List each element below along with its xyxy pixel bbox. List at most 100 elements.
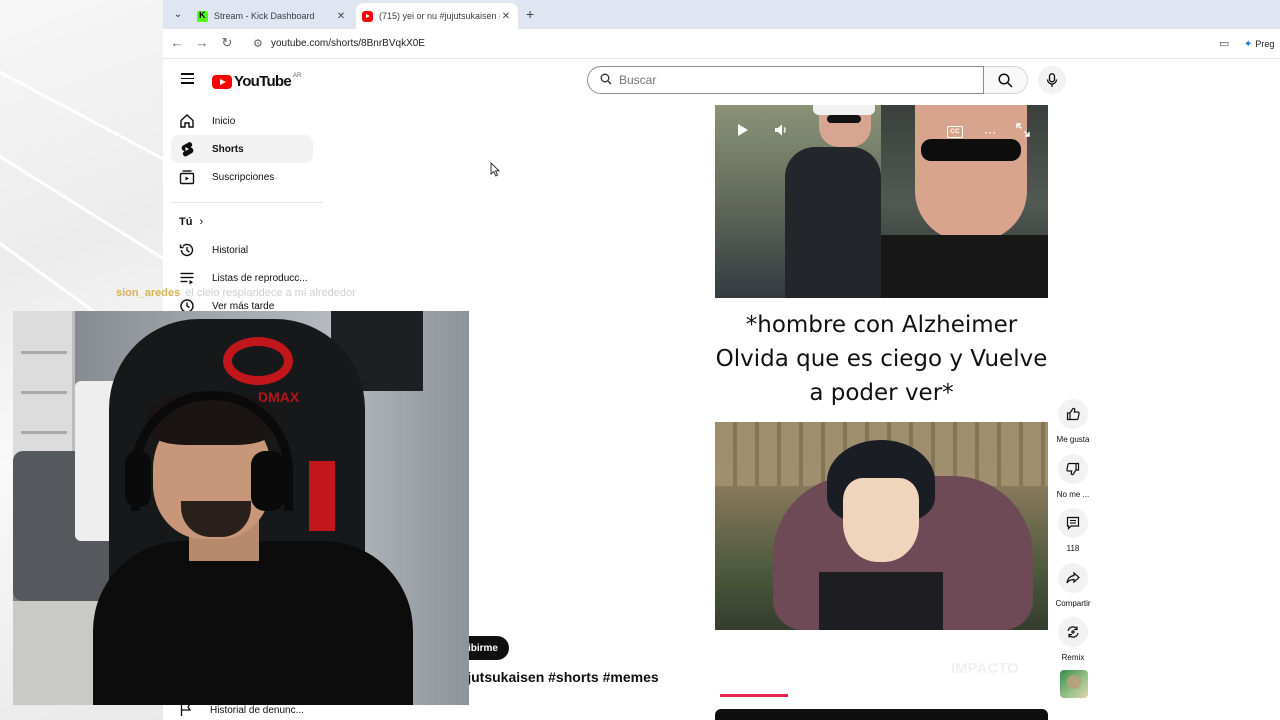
volume-icon[interactable] (771, 123, 791, 143)
tab-close-icon[interactable]: ✕ (335, 11, 347, 22)
youtube-logo[interactable]: YouTube AR (212, 73, 301, 90)
youtube-favicon-icon (362, 10, 373, 22)
sidebar-item-subscriptions[interactable]: Suscripciones (171, 163, 313, 191)
headset-cup-left (125, 451, 151, 507)
address-bar[interactable]: youtube.com/shorts/8BnrBVqkX0E (271, 38, 425, 49)
backdrop-streak (0, 60, 163, 167)
sidebar-item-label: Inicio (212, 115, 236, 127)
mouse-cursor-icon (490, 161, 501, 182)
action-label: Compartir (1055, 599, 1091, 608)
hashtags-text: #jujutsukaisen #shorts #memes (447, 669, 659, 685)
sidebar-item-history[interactable]: Historial (171, 236, 313, 264)
stream-chat-message: sion_aredes el cielo resplandece a mi alr… (116, 287, 356, 299)
menu-hamburger-icon[interactable] (181, 73, 194, 84)
search-box[interactable] (587, 66, 984, 94)
youtube-wordmark: YouTube (234, 73, 292, 90)
action-label: No me ... (1056, 490, 1090, 499)
video-progress-bar[interactable] (720, 694, 788, 697)
youtube-play-logo-icon (212, 74, 232, 89)
tab-title: Stream - Kick Dashboard (214, 11, 315, 21)
captions-icon[interactable]: CC (947, 126, 963, 138)
play-icon[interactable] (733, 123, 753, 143)
search-icon (998, 72, 1013, 88)
sidebar-you-label: Tú (179, 216, 193, 228)
remix-icon (1058, 617, 1088, 647)
comments-button[interactable]: 118 (1052, 508, 1094, 553)
video-figure-sunglasses (921, 139, 1021, 161)
video-figure-cap (813, 105, 875, 115)
sidebar-divider (171, 202, 323, 203)
sound-avatar[interactable] (1060, 670, 1088, 698)
home-icon (179, 113, 195, 129)
action-label: Remix (1061, 653, 1085, 662)
search-icon (600, 73, 612, 88)
like-button[interactable]: Me gusta (1052, 399, 1094, 444)
anime-character-face (843, 478, 919, 562)
anime-character-body (819, 572, 943, 630)
kick-favicon-icon (197, 10, 208, 22)
site-settings-icon[interactable]: ⚙ (253, 37, 263, 50)
playlist-icon (179, 270, 195, 286)
subscriptions-icon (179, 169, 195, 185)
chat-username: sion_aredes (116, 287, 181, 299)
dislike-button[interactable]: No me ... (1052, 454, 1094, 499)
action-label: Me gusta (1056, 435, 1090, 444)
search-input[interactable] (619, 73, 949, 87)
video-caption-text: *hombre con Alzheimer Olvida que es cieg… (715, 312, 1048, 406)
like-icon (1058, 399, 1088, 429)
chair-logo-ring (223, 337, 293, 385)
tab-kick-dashboard[interactable]: Stream - Kick Dashboard ✕ (191, 3, 353, 29)
back-arrow-icon[interactable]: ← (169, 35, 185, 51)
new-tab-plus-icon[interactable]: + (526, 6, 534, 22)
reload-icon[interactable]: ↻ (219, 35, 235, 51)
browser-toolbar: ← → ↻ ⚙ youtube.com/shorts/8BnrBVqkX0E ▭… (163, 29, 1280, 59)
shorts-icon (179, 141, 195, 157)
video-figure-coat (785, 147, 881, 298)
video-figure-shirt (881, 235, 1048, 298)
share-button[interactable]: Compartir (1052, 563, 1094, 608)
short-video-player[interactable]: CC ⋯ *hombre con Alzheimer Olvida que es… (715, 105, 1048, 697)
sidebar-item-home[interactable]: Inicio (171, 107, 313, 135)
dislike-icon (1058, 454, 1088, 484)
sidebar-item-label: Ver más tarde (212, 300, 275, 312)
streamer-webcam: DMAX (13, 311, 469, 705)
more-options-icon[interactable]: ⋯ (980, 123, 1000, 143)
short-title-hashtags[interactable]: #jujutsukaisen #shorts #memes (447, 669, 659, 685)
streamer-shirt (93, 541, 413, 705)
chevron-right-icon: › (199, 216, 204, 228)
video-figure-sunglasses (827, 115, 861, 123)
video-watermark-logo: IMPACTO (951, 660, 1019, 677)
fullscreen-icon[interactable] (1013, 123, 1033, 143)
sidebar-you-header[interactable]: Tú › (179, 216, 203, 228)
sidebar-item-shorts[interactable]: Shorts (171, 135, 313, 163)
tab-close-icon[interactable]: ✕ (500, 11, 512, 22)
video-figure-face (915, 105, 1027, 241)
sidebar-item-label: Shorts (212, 143, 244, 155)
browser-tab-bar: ⌄ Stream - Kick Dashboard ✕ (715) yei or… (163, 0, 1280, 29)
tab-search-chevron-icon[interactable]: ⌄ (169, 6, 187, 24)
region-code: AR (293, 73, 302, 79)
ask-button[interactable]: ✦ Preg (1244, 36, 1274, 52)
sidebar-item-label: Listas de reproducc... (212, 272, 308, 284)
cast-icon[interactable]: ▭ (1219, 37, 1229, 50)
chair-red-panel (309, 461, 335, 531)
voice-search-button[interactable] (1038, 66, 1066, 94)
tab-title: (715) yei or nu #jujutsukaisen # (379, 11, 500, 21)
search-button[interactable] (984, 66, 1028, 94)
sparkle-icon: ✦ (1244, 38, 1253, 50)
next-short-preview[interactable] (715, 709, 1048, 720)
headset-cup-right (251, 451, 285, 511)
tab-youtube-short[interactable]: (715) yei or nu #jujutsukaisen # ✕ (356, 3, 518, 29)
ask-button-label: Preg (1255, 39, 1275, 49)
sidebar-item-label: Historial de denunc... (210, 705, 304, 716)
history-icon (179, 242, 195, 258)
sidebar-item-label: Suscripciones (212, 171, 275, 183)
share-icon (1058, 563, 1088, 593)
comment-count: 118 (1066, 544, 1080, 553)
backdrop-streak (0, 130, 163, 260)
remix-button[interactable]: Remix (1052, 617, 1094, 662)
video-anime-frame (715, 422, 1048, 630)
comments-icon (1058, 508, 1088, 538)
forward-arrow-icon[interactable]: → (194, 35, 210, 51)
microphone-icon (1046, 72, 1058, 87)
